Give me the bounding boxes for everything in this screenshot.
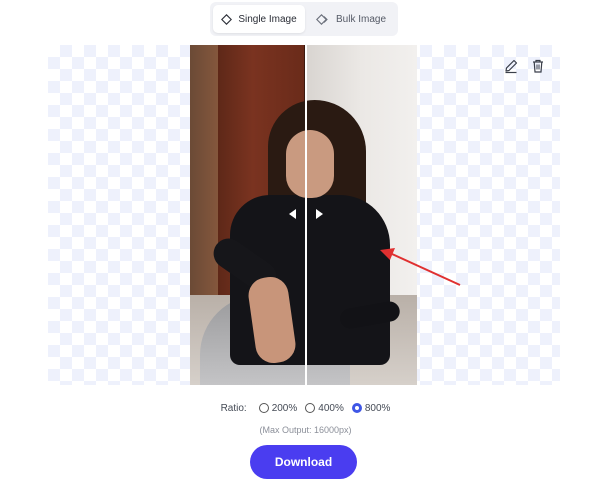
ratio-option-800[interactable]: 800% — [351, 402, 391, 414]
pencil-icon[interactable] — [503, 58, 521, 76]
ratio-option-label: 800% — [364, 402, 391, 414]
red-arrow-annotation — [380, 248, 461, 286]
tab-bulk-image-label: Bulk Image — [335, 13, 387, 25]
download-button[interactable]: Download — [250, 445, 357, 479]
compare-slider-divider[interactable] — [305, 45, 307, 385]
ratio-label: Ratio: — [220, 402, 247, 414]
tab-single-image[interactable]: Single Image — [213, 5, 305, 33]
mode-tabs: Single Image Bulk Image — [210, 2, 398, 36]
ratio-option-200[interactable]: 200% — [258, 402, 298, 414]
ratio-option-label: 200% — [271, 402, 298, 414]
preview-photo — [190, 45, 417, 385]
radio-400[interactable] — [305, 403, 316, 413]
tab-bulk-image[interactable]: Bulk Image — [307, 5, 395, 33]
tab-single-image-label: Single Image — [238, 13, 297, 25]
chevron-left-icon[interactable] — [289, 209, 296, 219]
ratio-option-400[interactable]: 400% — [305, 403, 344, 414]
ratio-option-label: 400% — [318, 402, 344, 414]
max-output-note: (Max Output: 16000px) — [259, 425, 352, 435]
radio-200[interactable] — [258, 403, 269, 413]
radio-800[interactable] — [351, 403, 362, 413]
trash-icon[interactable] — [530, 58, 548, 76]
layers-icon — [316, 13, 330, 25]
diamond-outline-icon — [221, 13, 233, 25]
ratio-selector: Ratio: 200% 400% 800% — [0, 400, 611, 416]
chevron-right-icon[interactable] — [316, 209, 323, 219]
preview-canvas — [48, 45, 560, 385]
